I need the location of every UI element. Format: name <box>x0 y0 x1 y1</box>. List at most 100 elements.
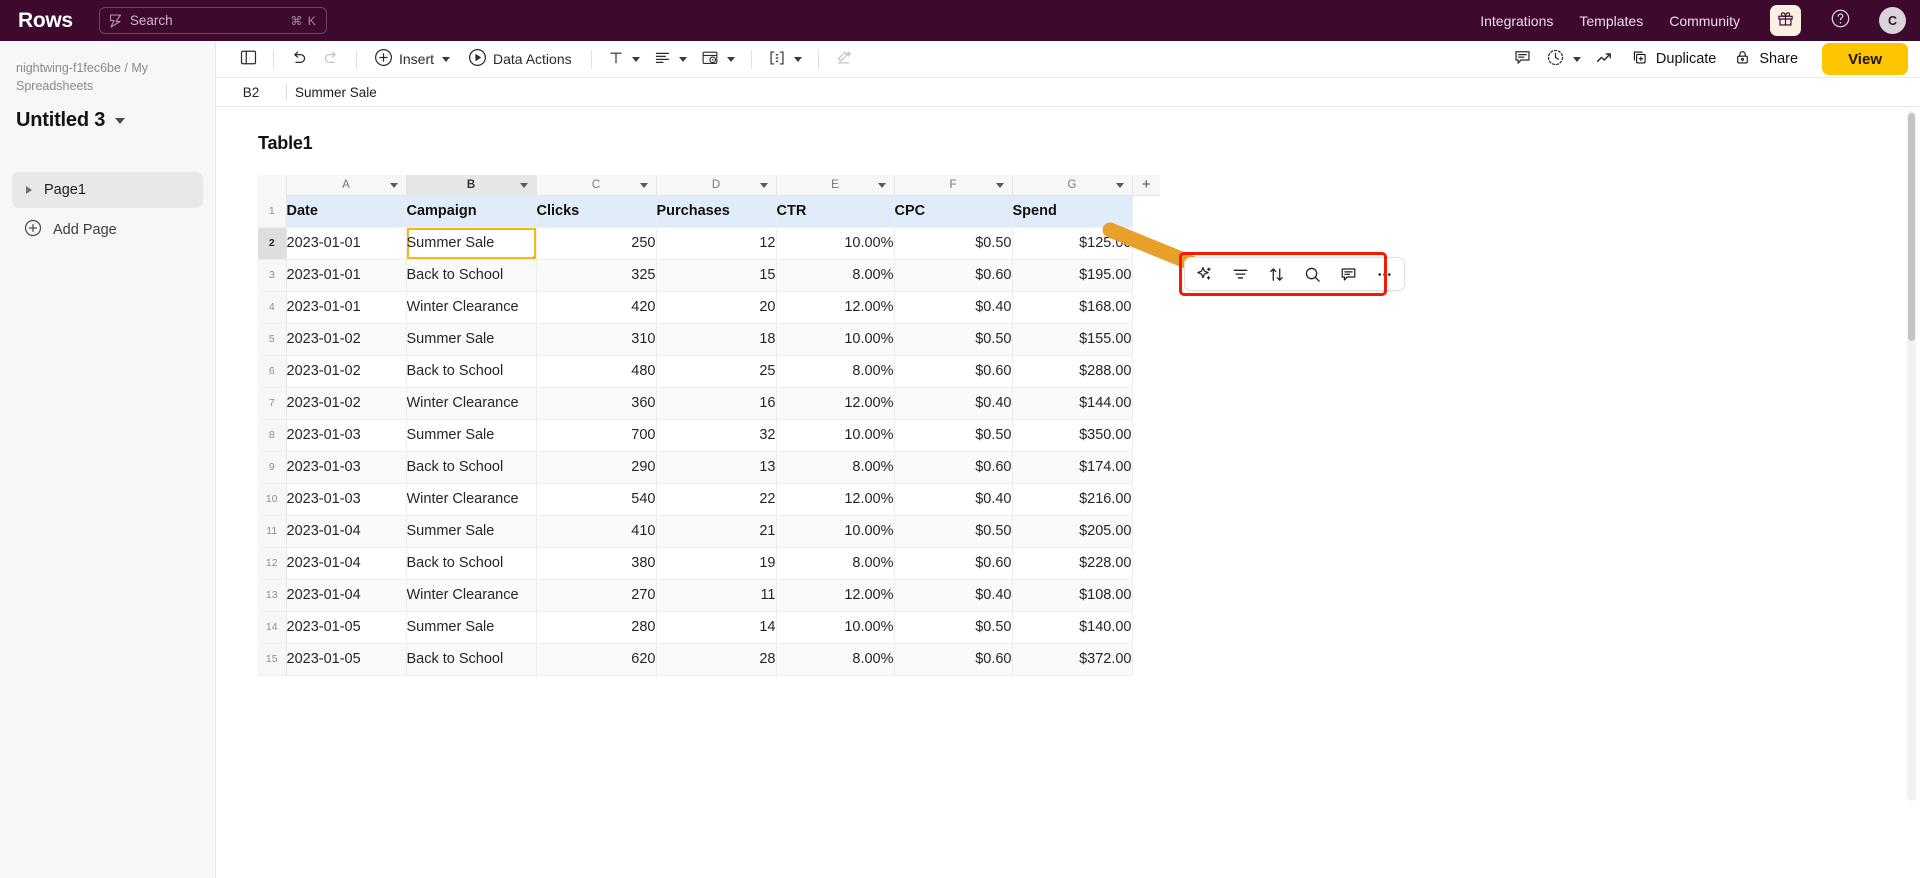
table-cell[interactable]: $155.00 <box>1012 323 1133 356</box>
table-cell[interactable]: $288.00 <box>1012 355 1133 388</box>
cell-reference[interactable]: B2 <box>216 85 278 100</box>
table-cell[interactable]: $0.60 <box>894 451 1013 484</box>
chevron-down-icon[interactable] <box>1115 183 1124 188</box>
table-cell[interactable]: $0.60 <box>894 643 1013 676</box>
more-options-icon[interactable] <box>1374 264 1395 285</box>
row-number[interactable]: 10 <box>258 483 287 516</box>
table-cell[interactable]: $125.00 <box>1012 227 1133 260</box>
column-title[interactable]: Clicks <box>536 195 657 228</box>
borders-button[interactable] <box>762 45 808 73</box>
column-header-d[interactable]: D <box>656 175 777 196</box>
table-cell[interactable]: 2023-01-03 <box>286 483 407 516</box>
table-cell[interactable]: 2023-01-04 <box>286 547 407 580</box>
table-cell[interactable]: 2023-01-01 <box>286 291 407 324</box>
table-cell[interactable]: 21 <box>656 515 777 548</box>
column-title[interactable]: Date <box>286 195 407 228</box>
column-title[interactable]: Purchases <box>656 195 777 228</box>
global-search-box[interactable]: Search ⌘ K <box>98 7 327 34</box>
table-cell[interactable]: 19 <box>656 547 777 580</box>
comment-button[interactable] <box>1507 45 1538 73</box>
table-cell[interactable]: 2023-01-03 <box>286 451 407 484</box>
row-number[interactable]: 13 <box>258 579 287 612</box>
add-column-button[interactable]: + <box>1132 175 1160 196</box>
column-title[interactable]: CPC <box>894 195 1013 228</box>
filter-icon[interactable] <box>1230 264 1251 285</box>
row-number[interactable]: 3 <box>258 259 287 292</box>
table-cell[interactable]: Winter Clearance <box>406 291 537 324</box>
table-cell[interactable]: Winter Clearance <box>406 483 537 516</box>
table-cell[interactable]: 10.00% <box>776 515 895 548</box>
table-cell[interactable]: 540 <box>536 483 657 516</box>
table-cell[interactable]: $228.00 <box>1012 547 1133 580</box>
history-button[interactable] <box>1540 45 1587 73</box>
table-cell[interactable]: 32 <box>656 419 777 452</box>
chevron-down-icon[interactable] <box>877 183 886 188</box>
table-cell[interactable]: $0.50 <box>894 323 1013 356</box>
add-page-button[interactable]: Add Page <box>12 212 203 248</box>
chart-button[interactable] <box>1589 45 1621 73</box>
table-cell[interactable]: $372.00 <box>1012 643 1133 676</box>
table-cell[interactable]: 10.00% <box>776 611 895 644</box>
table-cell[interactable]: 13 <box>656 451 777 484</box>
sidebar-item-page1[interactable]: Page1 <box>12 172 203 209</box>
sort-icon[interactable] <box>1266 264 1287 285</box>
cell-style-button[interactable] <box>695 45 741 73</box>
help-button[interactable] <box>1827 8 1853 34</box>
chevron-down-icon[interactable] <box>678 56 687 62</box>
column-header-f[interactable]: F <box>894 175 1013 196</box>
row-number[interactable]: 4 <box>258 291 287 324</box>
table-cell[interactable]: $140.00 <box>1012 611 1133 644</box>
table-cell[interactable]: $0.40 <box>894 483 1013 516</box>
chevron-down-icon[interactable] <box>442 56 451 62</box>
column-header-g[interactable]: G <box>1012 175 1133 196</box>
row-number[interactable]: 14 <box>258 611 287 644</box>
table-cell[interactable]: Back to School <box>406 643 537 676</box>
row-number[interactable]: 1 <box>258 195 287 228</box>
table-cell[interactable]: Summer Sale <box>406 227 537 260</box>
table-cell[interactable]: 28 <box>656 643 777 676</box>
table-cell[interactable]: 18 <box>656 323 777 356</box>
table-cell[interactable]: 420 <box>536 291 657 324</box>
table-cell[interactable]: $0.50 <box>894 611 1013 644</box>
table-cell[interactable]: 22 <box>656 483 777 516</box>
column-title[interactable]: Spend <box>1012 195 1133 228</box>
gift-button[interactable] <box>1770 5 1801 36</box>
column-header-a[interactable]: A <box>286 175 407 196</box>
table-cell[interactable]: $0.60 <box>894 547 1013 580</box>
table-cell[interactable]: 620 <box>536 643 657 676</box>
table-name[interactable]: Table1 <box>258 133 1920 154</box>
row-number[interactable]: 9 <box>258 451 287 484</box>
table-cell[interactable]: 2023-01-01 <box>286 227 407 260</box>
table-cell[interactable]: 380 <box>536 547 657 580</box>
table-cell[interactable]: 15 <box>656 259 777 292</box>
formula-bar-value[interactable]: Summer Sale <box>295 85 377 100</box>
table-cell[interactable]: Back to School <box>406 355 537 388</box>
table-cell[interactable]: $0.60 <box>894 355 1013 388</box>
duplicate-button[interactable]: Duplicate <box>1623 44 1724 74</box>
table-cell[interactable]: Summer Sale <box>406 323 537 356</box>
nav-link-community[interactable]: Community <box>1669 13 1740 29</box>
column-title[interactable]: CTR <box>776 195 895 228</box>
table-cell[interactable]: 12 <box>656 227 777 260</box>
table-cell[interactable]: $144.00 <box>1012 387 1133 420</box>
vertical-scrollbar[interactable] <box>1907 111 1916 801</box>
scrollbar-thumb[interactable] <box>1908 113 1915 341</box>
clear-format-button[interactable] <box>829 45 859 73</box>
row-number[interactable]: 8 <box>258 419 287 452</box>
breadcrumb[interactable]: nightwing-f1fec6be / My Spreadsheets <box>12 59 203 95</box>
table-cell[interactable]: 2023-01-02 <box>286 387 407 420</box>
user-avatar[interactable]: C <box>1879 7 1906 34</box>
table-cell[interactable]: $205.00 <box>1012 515 1133 548</box>
column-title[interactable]: Campaign <box>406 195 537 228</box>
table-cell[interactable]: 2023-01-04 <box>286 515 407 548</box>
table-cell[interactable]: $0.50 <box>894 227 1013 260</box>
data-actions-button[interactable]: Data Actions <box>461 45 581 73</box>
chevron-down-icon[interactable] <box>793 56 802 62</box>
row-number[interactable]: 5 <box>258 323 287 356</box>
table-cell[interactable]: 11 <box>656 579 777 612</box>
table-cell[interactable]: $195.00 <box>1012 259 1133 292</box>
table-cell[interactable]: 12.00% <box>776 291 895 324</box>
table-cell[interactable]: 8.00% <box>776 451 895 484</box>
chevron-down-icon[interactable] <box>639 183 648 188</box>
row-number[interactable]: 6 <box>258 355 287 388</box>
